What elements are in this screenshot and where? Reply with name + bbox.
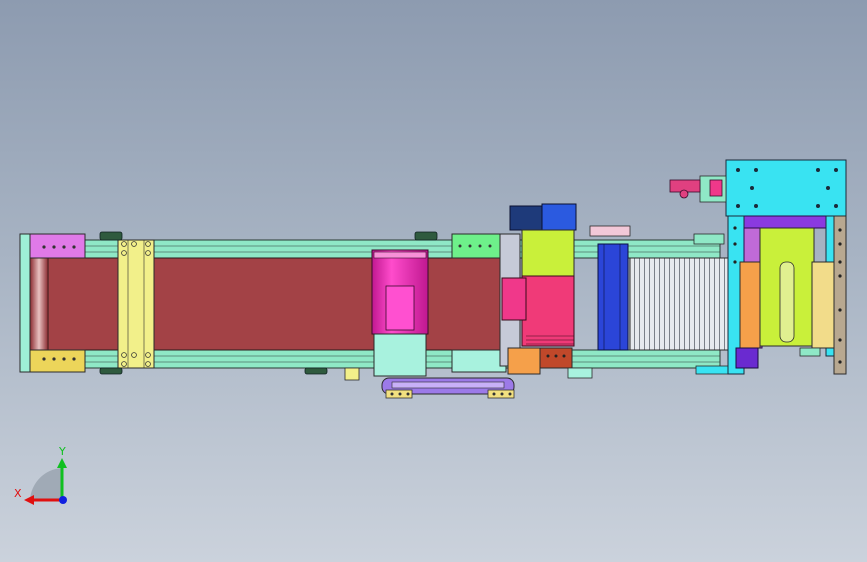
drive-motor [371, 249, 429, 377]
motor-end-cap [373, 333, 427, 377]
secondary-motor [521, 275, 575, 347]
triad-y-label: Y [58, 445, 66, 458]
coordinate-triad: Y X [14, 445, 67, 505]
z-axis-dot [59, 496, 67, 504]
conveyor-belt [47, 257, 504, 351]
end-roller [29, 257, 49, 351]
gearbox [521, 229, 575, 277]
motor-housing-navy [509, 205, 543, 231]
cross-bracket [117, 239, 155, 369]
conveyor-assembly-drawing[interactable]: Y X [0, 0, 867, 562]
triad-x-label: X [14, 487, 22, 500]
belt-drive [381, 377, 515, 399]
cad-viewport[interactable]: Y X [0, 0, 867, 562]
roller-bed [629, 257, 729, 351]
